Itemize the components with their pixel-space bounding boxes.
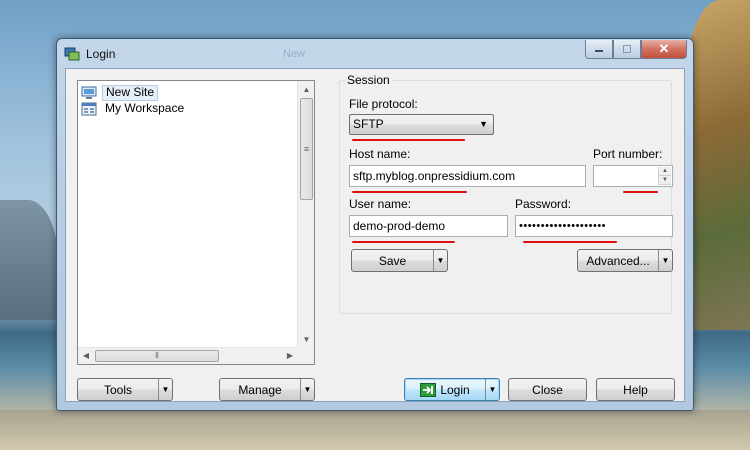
chevron-down-icon[interactable]: ▼ (158, 379, 172, 400)
manage-button-label: Manage (238, 382, 282, 397)
chevron-down-icon[interactable]: ▼ (485, 379, 499, 400)
maximize-button[interactable] (613, 40, 641, 59)
annotation-underline (523, 241, 617, 243)
title-bar[interactable]: Login New ✕ (57, 39, 693, 67)
user-name-label: User name: (349, 197, 412, 211)
tree-item-label: New Site (102, 85, 159, 101)
port-number-label: Port number: (593, 147, 663, 161)
chevron-down-icon[interactable]: ▼ (433, 250, 447, 271)
tree-horizontal-scrollbar[interactable]: ◀ ⦀ ▶ (78, 347, 298, 364)
site-tree[interactable]: New Site My Workspace ▲ ≡ ▼ ◀ ⦀ ▶ (77, 80, 315, 365)
session-group: Session File protocol: SFTP ▼ Host name:… (339, 73, 673, 314)
winscp-app-icon (64, 47, 80, 61)
host-name-label: Host name: (349, 147, 411, 161)
tools-button-label: Tools (103, 382, 132, 397)
annotation-underline (352, 139, 465, 141)
vertical-scroll-thumb[interactable]: ≡ (300, 98, 313, 200)
save-button-label: Save (378, 253, 407, 268)
scroll-left-icon[interactable]: ◀ (78, 348, 94, 364)
scrollbar-corner (297, 347, 314, 364)
close-button[interactable]: Close (508, 378, 587, 401)
desktop-rock (0, 200, 58, 320)
chevron-down-icon[interactable]: ▼ (658, 250, 672, 271)
login-window: Login New ✕ New Site My Workspace ▲ ≡ ▼ … (56, 38, 694, 411)
login-icon (420, 382, 437, 397)
desktop-shore (0, 410, 750, 450)
tree-item-label: My Workspace (105, 101, 185, 115)
chevron-down-icon[interactable]: ▼ (300, 379, 314, 400)
tree-item-new-site[interactable]: New Site (81, 85, 159, 101)
horizontal-scroll-thumb[interactable]: ⦀ (95, 350, 219, 362)
session-group-title: Session (345, 73, 392, 87)
user-name-field[interactable]: demo-prod-demo (349, 215, 508, 237)
dialog-body: New Site My Workspace ▲ ≡ ▼ ◀ ⦀ ▶ Tools … (65, 68, 685, 402)
stepper-down-icon[interactable]: ▼ (659, 176, 671, 185)
save-button[interactable]: Save ▼ (351, 249, 448, 272)
annotation-underline (623, 191, 658, 193)
tools-button[interactable]: Tools ▼ (77, 378, 173, 401)
stepper-up-icon[interactable]: ▲ (659, 167, 671, 176)
window-title: Login (86, 47, 116, 61)
minimize-button[interactable] (585, 40, 613, 59)
computer-icon (81, 86, 97, 99)
login-button-label: Login (440, 382, 470, 397)
advanced-button-label: Advanced... (586, 253, 650, 268)
help-button[interactable]: Help (596, 378, 675, 401)
workspace-icon (81, 102, 97, 116)
scroll-right-icon[interactable]: ▶ (282, 348, 298, 364)
login-button[interactable]: Login ▼ (404, 378, 500, 401)
tree-item-my-workspace[interactable]: My Workspace (81, 101, 187, 117)
annotation-underline (352, 241, 455, 243)
file-protocol-value: SFTP (353, 117, 384, 131)
file-protocol-label: File protocol: (349, 97, 418, 111)
chevron-down-icon: ▼ (479, 119, 488, 129)
close-icon: ✕ (658, 41, 670, 56)
port-stepper[interactable]: ▲ ▼ (658, 167, 671, 185)
port-number-field[interactable]: ▲ ▼ (593, 165, 673, 187)
maximize-icon (623, 45, 631, 53)
advanced-button[interactable]: Advanced... ▼ (577, 249, 673, 272)
annotation-underline (352, 191, 467, 193)
manage-button[interactable]: Manage ▼ (219, 378, 315, 401)
scroll-down-icon[interactable]: ▼ (298, 331, 315, 348)
background-window-title: New (283, 48, 306, 60)
password-field[interactable]: •••••••••••••••••••• (515, 215, 673, 237)
minimize-icon (595, 50, 603, 52)
file-protocol-select[interactable]: SFTP ▼ (349, 114, 494, 135)
scroll-up-icon[interactable]: ▲ (298, 81, 315, 98)
password-label: Password: (515, 197, 572, 211)
host-name-field[interactable]: sftp.myblog.onpressidium.com (349, 165, 586, 187)
tree-vertical-scrollbar[interactable]: ▲ ≡ ▼ (297, 81, 314, 348)
close-window-button[interactable]: ✕ (641, 40, 687, 59)
